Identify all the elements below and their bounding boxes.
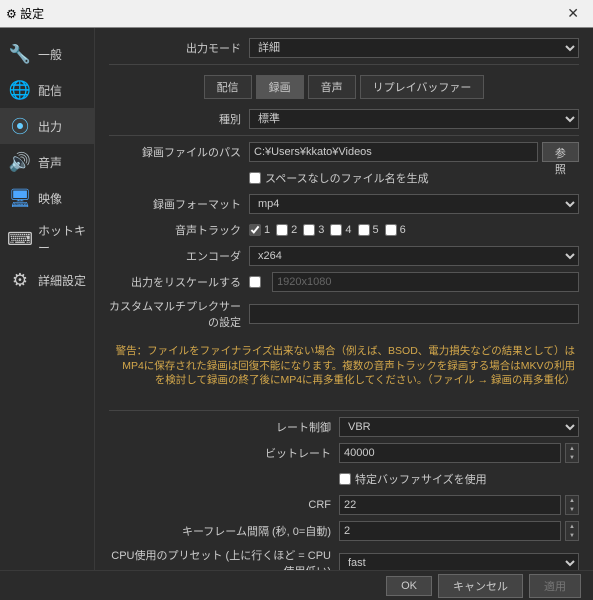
- cancel-button[interactable]: キャンセル: [438, 574, 523, 598]
- bitrate-label: ビットレート: [109, 445, 339, 461]
- keyboard-icon: ⌨: [8, 227, 32, 251]
- track3-checkbox[interactable]: [303, 224, 315, 236]
- rec-type-label: 種別: [109, 111, 249, 127]
- title-icon: ⚙: [6, 7, 17, 21]
- keyint-spinner[interactable]: ▲▼: [565, 521, 579, 541]
- broadcast-icon: ⦿: [8, 114, 32, 138]
- close-button[interactable]: ✕: [559, 5, 587, 22]
- sidebar-item-advanced[interactable]: ⚙詳細設定: [0, 262, 94, 298]
- rec-type-select[interactable]: 標準: [249, 109, 579, 129]
- gear-icon: ⚙: [8, 268, 32, 292]
- monitor-icon: 🖥: [8, 186, 32, 210]
- keyint-label: キーフレーム間隔 (秒, 0=自動): [109, 523, 339, 539]
- bitrate-spinner[interactable]: ▲▼: [565, 443, 579, 463]
- sidebar-item-stream[interactable]: 🌐配信: [0, 72, 94, 108]
- mux-label: カスタムマルチプレクサーの設定: [109, 298, 249, 330]
- preset-label: CPU使用のプリセット (上に行くほど = CPU使用低い): [109, 547, 339, 570]
- rate-label: レート制御: [109, 419, 339, 435]
- track4-checkbox[interactable]: [330, 224, 342, 236]
- rec-path-label: 録画ファイルのパス: [109, 144, 249, 160]
- tab-audio[interactable]: 音声: [308, 75, 356, 99]
- custbuf-label: 特定バッファサイズを使用: [355, 471, 487, 487]
- rate-select[interactable]: VBR: [339, 417, 579, 437]
- encoder-select[interactable]: x264: [249, 246, 579, 266]
- bitrate-input[interactable]: [339, 443, 561, 463]
- tabs: 配信 録画 音声 リプレイバッファー: [109, 75, 579, 99]
- preset-select[interactable]: fast: [339, 553, 579, 570]
- tab-recording[interactable]: 録画: [256, 75, 304, 99]
- keyint-input[interactable]: [339, 521, 561, 541]
- titlebar: ⚙ 設定 ✕: [0, 0, 593, 28]
- tab-replay[interactable]: リプレイバッファー: [360, 75, 485, 99]
- sidebar-item-general[interactable]: 🔧一般: [0, 36, 94, 72]
- tab-stream[interactable]: 配信: [204, 75, 252, 99]
- crf-label: CRF: [109, 499, 339, 511]
- content-panel: 出力モード 詳細 配信 録画 音声 リプレイバッファー 種別 標準 録画ファイル…: [95, 28, 593, 570]
- sidebar: 🔧一般 🌐配信 ⦿出力 🔊音声 🖥映像 ⌨ホットキー ⚙詳細設定: [0, 28, 95, 570]
- rec-path-input[interactable]: [249, 142, 538, 162]
- rescale-label: 出力をリスケールする: [109, 274, 249, 290]
- rescale-input: [272, 272, 579, 292]
- crf-spinner[interactable]: ▲▼: [565, 495, 579, 515]
- nospace-checkbox[interactable]: [249, 172, 261, 184]
- crf-input[interactable]: [339, 495, 561, 515]
- rec-format-select[interactable]: mp4: [249, 194, 579, 214]
- apply-button[interactable]: 適用: [529, 574, 581, 598]
- nospace-label: スペースなしのファイル名を生成: [265, 170, 429, 186]
- track1-checkbox[interactable]: [249, 224, 261, 236]
- rescale-checkbox[interactable]: [249, 276, 261, 288]
- sidebar-item-output[interactable]: ⦿出力: [0, 108, 94, 144]
- sidebar-item-video[interactable]: 🖥映像: [0, 180, 94, 216]
- window-title: 設定: [20, 5, 44, 22]
- ok-button[interactable]: OK: [386, 576, 432, 596]
- track5-checkbox[interactable]: [358, 224, 370, 236]
- tracks-label: 音声トラック: [109, 222, 249, 238]
- wrench-icon: 🔧: [8, 42, 32, 66]
- browse-button[interactable]: 参照: [542, 142, 579, 162]
- custbuf-checkbox[interactable]: [339, 473, 351, 485]
- footer: OK キャンセル 適用: [0, 570, 593, 600]
- mux-input[interactable]: [249, 304, 579, 324]
- output-mode-label: 出力モード: [109, 40, 249, 56]
- warning-text: 警告：ファイルをファイナライズ出来ない場合（例えば、BSOD、電力損失などの結果…: [109, 336, 579, 404]
- rec-format-label: 録画フォーマット: [109, 196, 249, 212]
- track2-checkbox[interactable]: [276, 224, 288, 236]
- sidebar-item-audio[interactable]: 🔊音声: [0, 144, 94, 180]
- encoder-label: エンコーダ: [109, 248, 249, 264]
- output-mode-select[interactable]: 詳細: [249, 38, 579, 58]
- sidebar-item-hotkeys[interactable]: ⌨ホットキー: [0, 216, 94, 262]
- track6-checkbox[interactable]: [385, 224, 397, 236]
- globe-icon: 🌐: [8, 78, 32, 102]
- speaker-icon: 🔊: [8, 150, 32, 174]
